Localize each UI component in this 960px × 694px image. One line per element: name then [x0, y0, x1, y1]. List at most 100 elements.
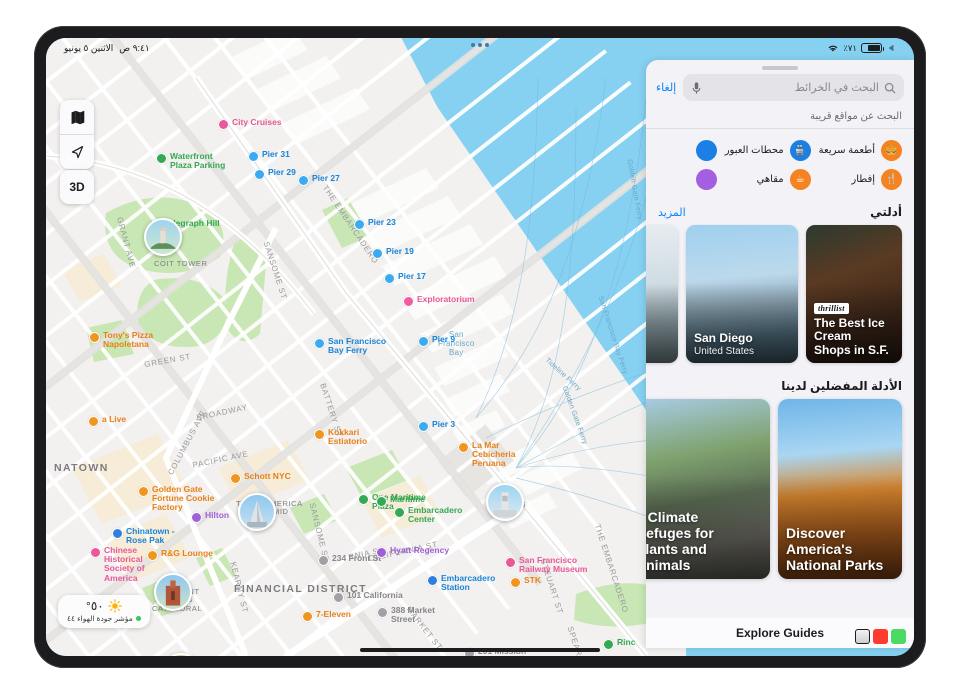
- map-poi-pin-icon[interactable]: [248, 151, 259, 162]
- map-poi-pin-icon[interactable]: [418, 421, 429, 432]
- map-poi[interactable]: La Mar Cebicheria Peruana: [458, 440, 515, 469]
- guide-card[interactable]: San Diego United States: [686, 225, 798, 363]
- map-controls-group[interactable]: [60, 100, 94, 169]
- map-poi[interactable]: Exploratorium: [403, 294, 475, 307]
- landmark-pin-ferry-building[interactable]: [486, 483, 524, 521]
- landmark-pin-old-saint-marys[interactable]: [154, 573, 192, 611]
- map-poi[interactable]: San Francisco Railway Museum: [505, 555, 588, 574]
- map-poi-pin-icon[interactable]: [418, 336, 429, 347]
- panel-grabber-handle[interactable]: [762, 66, 798, 70]
- map-poi[interactable]: Pier 29: [254, 167, 296, 180]
- map-poi-pin-icon[interactable]: [377, 607, 388, 618]
- map-poi[interactable]: Pier 31: [248, 149, 290, 162]
- map-poi[interactable]: Pier 9: [418, 334, 455, 347]
- breakfast-icon[interactable]: 🍴: [881, 169, 902, 190]
- map-poi[interactable]: 388 Market Street: [377, 605, 435, 624]
- fast-food-icon[interactable]: 🍔: [881, 140, 902, 161]
- map-poi[interactable]: Hilton: [191, 510, 229, 523]
- map-poi[interactable]: Tony's Pizza Napoletana: [89, 330, 153, 349]
- map-layers-button[interactable]: [60, 100, 94, 134]
- files-icon[interactable]: [855, 629, 870, 644]
- map-poi-pin-icon[interactable]: [156, 153, 167, 164]
- map-poi-pin-icon[interactable]: [376, 496, 387, 507]
- map-poi-pin-icon[interactable]: [458, 442, 469, 453]
- nearby-category-extra-blue-icon[interactable]: [654, 137, 721, 164]
- map-poi-pin-icon[interactable]: [90, 547, 101, 558]
- map-poi[interactable]: 101 California: [333, 590, 403, 603]
- guide-card[interactable]: ndStates: [646, 225, 678, 363]
- map-poi[interactable]: Golden Gate Fortune Cookie Factory: [138, 484, 214, 513]
- map-poi-pin-icon[interactable]: [403, 296, 414, 307]
- map-poi-pin-icon[interactable]: [394, 507, 405, 518]
- phone-icon[interactable]: [891, 629, 906, 644]
- map-poi-pin-icon[interactable]: [318, 555, 329, 566]
- guide-card[interactable]: thrillist The Best Ice Cream Shops in S.F.: [806, 225, 902, 363]
- map-poi[interactable]: Pier 3: [418, 419, 455, 432]
- three-d-toggle-button[interactable]: 3D: [60, 170, 94, 204]
- extra-blue-icon[interactable]: [695, 140, 717, 161]
- map-poi[interactable]: Rinc: [603, 637, 635, 650]
- guides-more-button[interactable]: المزيد: [658, 206, 686, 219]
- nearby-category-breakfast-icon[interactable]: 🍴 إفطار: [815, 166, 906, 193]
- map-poi-pin-icon[interactable]: [138, 486, 149, 497]
- map-poi[interactable]: STK: [510, 575, 541, 588]
- map-poi[interactable]: Schott NYC: [230, 471, 291, 484]
- favorites-card-row[interactable]: DiscoverAmerica'sNational Parks 9 Climate…: [646, 399, 914, 585]
- map-poi-pin-icon[interactable]: [89, 332, 100, 343]
- map-poi[interactable]: a Live: [88, 414, 126, 427]
- home-indicator[interactable]: [360, 648, 600, 652]
- current-location-button[interactable]: [60, 135, 94, 169]
- nearby-category-extra-purple-icon[interactable]: [654, 166, 721, 193]
- map-poi-pin-icon[interactable]: [505, 557, 516, 568]
- extra-purple-icon[interactable]: [695, 169, 717, 190]
- nearby-category-grid[interactable]: 🍔 أطعمة سريعة 🚆 محطات العبور 🍴 إفطار ☕ مقاهي: [646, 129, 914, 199]
- map-poi-pin-icon[interactable]: [302, 611, 313, 622]
- maps-search-panel[interactable]: البحث في الخرائط إلغاء البحث عن مواقع قر…: [646, 60, 914, 648]
- weather-widget[interactable]: ٥٠° مؤشر جودة الهواء ٤٤: [58, 595, 150, 628]
- guides-card-row[interactable]: thrillist The Best Ice Cream Shops in S.F.…: [646, 225, 914, 373]
- map-poi[interactable]: San Francisco Bay Ferry: [314, 336, 386, 355]
- map-poi-pin-icon[interactable]: [298, 175, 309, 186]
- map-poi[interactable]: Pier 27: [298, 173, 340, 186]
- cafe-icon[interactable]: ☕: [789, 169, 811, 190]
- favorite-guide-card[interactable]: Discover America's National Parks: [778, 399, 902, 579]
- map-poi[interactable]: Pier 23: [354, 217, 396, 230]
- map-poi-pin-icon[interactable]: [147, 550, 158, 561]
- search-cancel-button[interactable]: إلغاء: [656, 81, 676, 94]
- nearby-category-transit-icon[interactable]: 🚆 محطات العبور: [721, 137, 815, 164]
- multitasking-controls[interactable]: [471, 43, 489, 47]
- map-poi-pin-icon[interactable]: [254, 169, 265, 180]
- nearby-category-fast-food-icon[interactable]: 🍔 أطعمة سريعة: [815, 137, 906, 164]
- facetime-icon[interactable]: [873, 629, 888, 644]
- search-input[interactable]: البحث في الخرائط: [683, 74, 904, 101]
- map-poi[interactable]: Hyatt Regency: [376, 545, 449, 558]
- landmark-pin-coit-tower[interactable]: [144, 218, 182, 256]
- map-poi-pin-icon[interactable]: [358, 494, 369, 505]
- map-poi[interactable]: Embarcadero Station: [427, 573, 495, 592]
- map-poi[interactable]: 234 Front St: [318, 553, 381, 566]
- map-poi-pin-icon[interactable]: [372, 248, 383, 259]
- map-poi[interactable]: Embarcadero Center: [394, 505, 462, 524]
- map-poi[interactable]: R&G Lounge: [147, 548, 213, 561]
- map-poi-pin-icon[interactable]: [88, 416, 99, 427]
- map-poi-pin-icon[interactable]: [218, 119, 229, 130]
- dock-icons[interactable]: [855, 629, 906, 644]
- map-poi[interactable]: 7-Eleven: [302, 609, 351, 622]
- map-poi-pin-icon[interactable]: [510, 577, 521, 588]
- map-poi[interactable]: Kokkari Estiatorio: [314, 427, 367, 446]
- map-poi-pin-icon[interactable]: [384, 273, 395, 284]
- map-poi-pin-icon[interactable]: [314, 338, 325, 349]
- map-poi[interactable]: Pier 19: [372, 246, 414, 259]
- map-poi-pin-icon[interactable]: [376, 547, 387, 558]
- map-poi-pin-icon[interactable]: [603, 639, 614, 650]
- map-poi[interactable]: Maritime: [376, 494, 425, 507]
- map-poi-pin-icon[interactable]: [230, 473, 241, 484]
- explore-guides-strip[interactable]: Explore Guides: [646, 618, 914, 648]
- map-poi-pin-icon[interactable]: [112, 528, 123, 539]
- map-poi[interactable]: Chinese Historical Society of America: [90, 545, 145, 583]
- map-poi-pin-icon[interactable]: [191, 512, 202, 523]
- map-poi-pin-icon[interactable]: [427, 575, 438, 586]
- map-poi-pin-icon[interactable]: [354, 219, 365, 230]
- map-poi-pin-icon[interactable]: [314, 429, 325, 440]
- nearby-category-cafe-icon[interactable]: ☕ مقاهي: [721, 166, 815, 193]
